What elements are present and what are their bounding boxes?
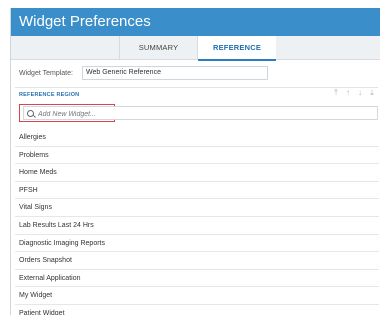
list-item[interactable]: External Application [15,270,379,288]
add-widget-search[interactable] [23,106,378,120]
widget-template-label: Widget Template: [19,70,73,77]
list-item[interactable]: Vital Signs [15,199,379,217]
move-to-top-icon[interactable]: ⤒ [332,88,340,98]
list-item[interactable]: Allergies [15,129,379,147]
add-widget-input[interactable] [38,109,358,119]
list-item[interactable]: My Widget [15,287,379,305]
list-item[interactable]: Patient Widget [15,305,379,315]
divider [15,87,378,88]
widget-template-row: Widget Template: Web Generic Reference [11,66,380,82]
widget-preferences-window: Widget Preferences SUMMARY REFERENCE Wid… [10,8,380,315]
reorder-controls: ⤒ ↑ ↓ ⤓ [332,88,376,98]
list-item[interactable]: Lab Results Last 24 Hrs [15,217,379,235]
list-item[interactable]: PFSH [15,182,379,200]
widget-template-field[interactable]: Web Generic Reference [82,66,268,80]
tab-reference[interactable]: REFERENCE [198,36,276,61]
reference-region-label: REFERENCE REGION [19,92,80,98]
tab-bar: SUMMARY REFERENCE [11,36,380,61]
list-item[interactable]: Diagnostic Imaging Reports [15,235,379,253]
tab-summary[interactable]: SUMMARY [119,36,198,60]
widget-list: Allergies Problems Home Meds PFSH Vital … [15,129,379,315]
move-up-icon[interactable]: ↑ [344,88,352,98]
list-item[interactable]: Problems [15,147,379,165]
move-to-bottom-icon[interactable]: ⤓ [368,88,376,98]
list-item[interactable]: Orders Snapshot [15,252,379,270]
search-icon [27,110,34,117]
move-down-icon[interactable]: ↓ [356,88,364,98]
list-item[interactable]: Home Meds [15,164,379,182]
window-title: Widget Preferences [11,8,380,36]
